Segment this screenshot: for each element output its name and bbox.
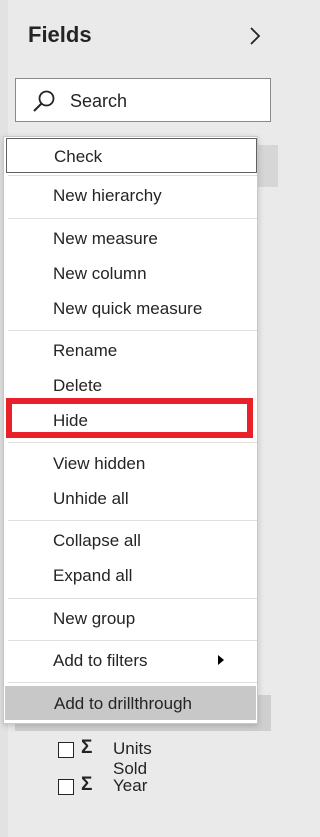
- menu-item-check[interactable]: Check: [6, 138, 257, 173]
- menu-item-new-measure[interactable]: New measure: [4, 221, 257, 255]
- menu-item-label: New group: [53, 609, 136, 628]
- menu-item-label: Delete: [53, 376, 103, 395]
- field-checkbox[interactable]: [58, 742, 74, 758]
- menu-item-unhide-all[interactable]: Unhide all: [4, 481, 257, 515]
- sigma-icon: Σ: [81, 737, 93, 758]
- menu-divider: [8, 640, 257, 641]
- menu-divider: [8, 442, 257, 443]
- menu-item-add-to-drillthrough[interactable]: Add to drillthrough: [5, 686, 256, 720]
- menu-item-label: Expand all: [53, 566, 133, 585]
- menu-item-new-column[interactable]: New column: [4, 256, 257, 290]
- field-label: Units Sold: [113, 739, 152, 778]
- menu-item-new-hierarchy[interactable]: New hierarchy: [4, 178, 257, 212]
- scrollbar-thumb[interactable]: [258, 145, 278, 187]
- menu-item-expand-all[interactable]: Expand all: [4, 558, 257, 592]
- search-icon: [33, 90, 55, 112]
- menu-item-label: New measure: [53, 229, 158, 248]
- search-placeholder: Search: [70, 91, 128, 111]
- menu-item-delete[interactable]: Delete: [4, 368, 257, 402]
- menu-item-view-hidden[interactable]: View hidden: [4, 446, 257, 480]
- menu-item-label: Unhide all: [53, 489, 129, 508]
- hide-highlight-annotation: [6, 398, 253, 438]
- menu-divider: [8, 682, 257, 683]
- menu-item-label: New quick measure: [53, 299, 203, 318]
- field-checkbox[interactable]: [58, 779, 74, 795]
- search-input[interactable]: Search: [15, 78, 271, 122]
- menu-divider: [8, 175, 257, 176]
- menu-item-rename[interactable]: Rename: [4, 333, 257, 367]
- menu-item-label: Rename: [53, 341, 118, 360]
- menu-item-label: New hierarchy: [53, 186, 162, 205]
- submenu-arrow-icon: [218, 655, 224, 665]
- sigma-icon: Σ: [81, 774, 93, 795]
- menu-divider: [8, 330, 257, 331]
- field-label: Year: [113, 776, 148, 795]
- menu-item-label: Add to filters: [53, 651, 148, 670]
- menu-item-label: Add to drillthrough: [54, 694, 192, 713]
- menu-item-label: Check: [54, 147, 103, 166]
- menu-item-label: Collapse all: [53, 531, 141, 550]
- menu-divider: [8, 520, 257, 521]
- menu-item-label: New column: [53, 264, 147, 283]
- menu-item-new-group[interactable]: New group: [4, 601, 257, 635]
- menu-divider: [8, 218, 257, 219]
- menu-item-collapse-all[interactable]: Collapse all: [4, 523, 257, 557]
- menu-divider: [8, 598, 257, 599]
- menu-item-label: View hidden: [53, 454, 146, 473]
- menu-item-add-to-filters[interactable]: Add to filters: [4, 643, 257, 677]
- pane-title: Fields: [28, 22, 92, 47]
- chevron-right-icon[interactable]: [246, 24, 264, 48]
- menu-item-new-quick-measure[interactable]: New quick measure: [4, 291, 257, 325]
